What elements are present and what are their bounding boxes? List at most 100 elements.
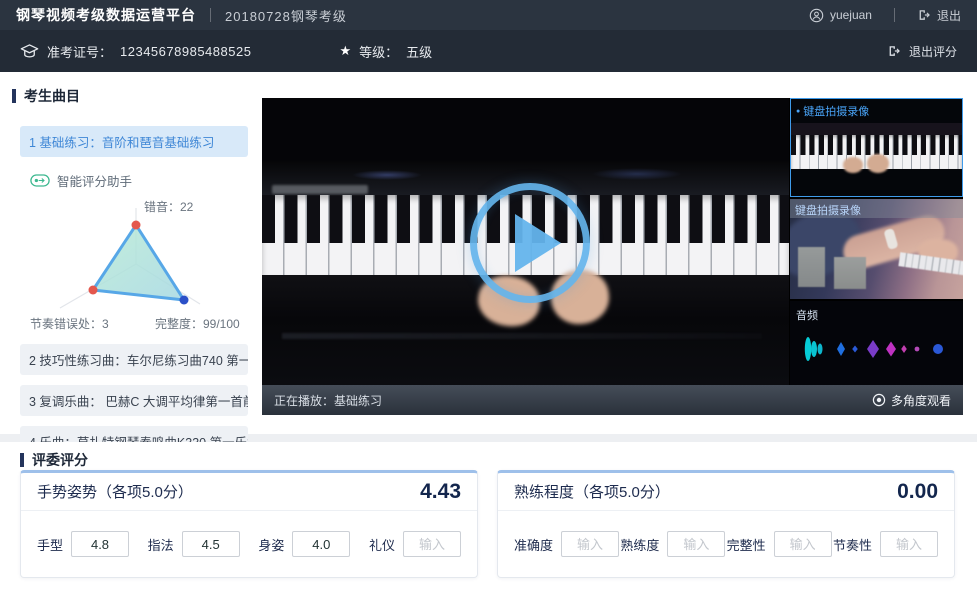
camera-angles-column: ● 键盘拍摄录像 键盘拍摄录像 音频 xyxy=(790,98,963,385)
playlist-title: 考生曲目 xyxy=(24,86,80,106)
session-title: 20180728钢琴考级 xyxy=(225,6,347,25)
exit-grading-icon xyxy=(887,44,901,58)
playlist-panel: 考生曲目 1 基础练习：音阶和琶音基础练习 智能评分助手 xyxy=(12,86,258,457)
field-proficiency: 熟练度 xyxy=(620,531,725,557)
star-icon: ★ xyxy=(339,43,351,59)
exit-grading-label: 退出评分 xyxy=(909,43,957,60)
piano-front-glint xyxy=(282,333,762,339)
radar-label-wrong-notes: 错音：22 xyxy=(144,198,193,215)
graduation-cap-icon xyxy=(20,43,39,59)
proficiency-input[interactable] xyxy=(667,531,725,557)
exit-grading-button[interactable]: 退出评分 xyxy=(887,43,957,60)
mini-hand xyxy=(843,157,863,173)
completeness-input[interactable] xyxy=(774,531,832,557)
playlist-title-row: 考生曲目 xyxy=(12,86,258,106)
field-hand-shape: 手型 xyxy=(37,531,129,557)
ticket-number: 12345678985488525 xyxy=(120,44,251,59)
exam-info-bar: 准考证号： 12345678985488525 ★ 等级： 五级 退出评分 xyxy=(0,30,977,72)
level-label: 等级： xyxy=(359,42,398,61)
field-label: 身姿 xyxy=(258,535,284,554)
title-accent-bar xyxy=(20,453,24,467)
playlist-item-3[interactable]: 3 复调乐曲： 巴赫C 大调平均律第一首前奏曲 xyxy=(20,385,248,416)
rhythm-input[interactable] xyxy=(880,531,938,557)
field-accuracy: 准确度 xyxy=(514,531,619,557)
logout-icon xyxy=(917,8,931,22)
top-header: 钢琴视频考级数据运营平台 20180728钢琴考级 yuejuan 退出 xyxy=(0,0,977,30)
reflection-glint xyxy=(592,168,682,180)
assistant-label: 智能评分助手 xyxy=(57,171,132,190)
field-label: 熟练度 xyxy=(620,535,659,554)
username: yuejuan xyxy=(830,8,872,22)
radar-label-rhythm-errors: 节奏错误处：3 xyxy=(30,315,109,332)
thumbnail-1-label-row: ● 键盘拍摄录像 xyxy=(796,103,869,119)
judge-scoring-section: 评委评分 手势姿势（各项5.0分） 4.43 手型 指法 身姿 礼仪 xyxy=(0,442,977,589)
play-button[interactable] xyxy=(470,183,590,303)
user-avatar-icon xyxy=(809,8,824,23)
score-fields: 准确度 熟练度 完整性 节奏性 xyxy=(498,511,954,557)
header-divider xyxy=(210,8,211,22)
hand-shape-input[interactable] xyxy=(71,531,129,557)
active-dot-icon: ● xyxy=(796,108,800,115)
card-score: 0.00 xyxy=(897,480,938,504)
main-video-area[interactable] xyxy=(262,98,789,385)
multi-angle-icon xyxy=(872,393,886,407)
exam-main-section: 考生曲目 1 基础练习：音阶和琶音基础练习 智能评分助手 xyxy=(0,72,977,434)
posture-input[interactable] xyxy=(292,531,350,557)
proficiency-card: 熟练程度（各项5.0分） 0.00 准确度 熟练度 完整性 节奏性 xyxy=(497,470,955,578)
audio-waveform xyxy=(795,327,958,371)
score-fields: 手型 指法 身姿 礼仪 xyxy=(21,511,477,557)
thumbnail-keyboard-cam-2[interactable]: 键盘拍摄录像 xyxy=(790,199,963,299)
assistant-icon xyxy=(30,174,50,187)
playlist-item-1[interactable]: 1 基础练习：音阶和琶音基础练习 xyxy=(20,126,248,157)
video-player: ● 键盘拍摄录像 键盘拍摄录像 音频 xyxy=(262,98,963,415)
level-info: ★ 等级： 五级 xyxy=(339,42,432,61)
video-watermark xyxy=(272,185,368,194)
multi-angle-label: 多角度观看 xyxy=(891,392,951,409)
logout-label: 退出 xyxy=(937,7,961,24)
radar-chart: 错音：22 节奏错误处：3 完整度：99/100 xyxy=(12,192,258,334)
app-title: 钢琴视频考级数据运营平台 xyxy=(16,5,196,25)
scoring-title-row: 评委评分 xyxy=(20,450,88,470)
card-score: 4.43 xyxy=(420,480,461,504)
card-header: 熟练程度（各项5.0分） 0.00 xyxy=(498,473,954,511)
gray-block xyxy=(798,247,825,287)
ticket-info: 准考证号： 12345678985488525 xyxy=(20,42,251,61)
radar-label-completeness: 完整度：99/100 xyxy=(155,315,240,332)
field-label: 礼仪 xyxy=(369,535,395,554)
audio-label: 音频 xyxy=(796,307,818,323)
player-status-bar: 正在播放：基础练习 多角度观看 xyxy=(262,385,963,415)
etiquette-input[interactable] xyxy=(403,531,461,557)
mini-hand xyxy=(867,154,889,173)
multi-angle-button[interactable]: 多角度观看 xyxy=(872,392,951,409)
field-label: 节奏性 xyxy=(833,535,872,554)
gray-block xyxy=(834,257,866,289)
playlist-item-2[interactable]: 2 技巧性练习曲：车尔尼练习曲740 第一首 xyxy=(20,344,248,375)
smart-scoring-assistant: 智能评分助手 xyxy=(30,171,258,190)
play-icon xyxy=(515,214,561,272)
thumbnail-2-label: 键盘拍摄录像 xyxy=(795,202,861,218)
scoring-title: 评委评分 xyxy=(32,450,88,470)
title-accent-bar xyxy=(12,89,16,103)
thumbnail-keyboard-cam-1[interactable]: ● 键盘拍摄录像 xyxy=(790,98,963,197)
field-label: 准确度 xyxy=(514,535,553,554)
field-etiquette: 礼仪 xyxy=(369,531,461,557)
logout-button[interactable]: 退出 xyxy=(917,7,961,24)
gesture-posture-card: 手势姿势（各项5.0分） 4.43 手型 指法 身姿 礼仪 xyxy=(20,470,478,578)
field-label: 指法 xyxy=(148,535,174,554)
audio-track-panel[interactable]: 音频 xyxy=(790,301,963,385)
field-label: 手型 xyxy=(37,535,63,554)
fingering-input[interactable] xyxy=(182,531,240,557)
thumbnail-1-label: 键盘拍摄录像 xyxy=(803,103,869,119)
accuracy-input[interactable] xyxy=(561,531,619,557)
field-completeness: 完整性 xyxy=(727,531,832,557)
radar-svg xyxy=(26,206,246,326)
ticket-label: 准考证号： xyxy=(47,42,112,61)
field-rhythm: 节奏性 xyxy=(833,531,938,557)
mini-black-keys xyxy=(791,135,962,155)
field-fingering: 指法 xyxy=(148,531,240,557)
now-playing-label: 正在播放：基础练习 xyxy=(274,392,382,409)
piano-body xyxy=(791,123,962,135)
header-divider xyxy=(894,8,895,22)
card-header: 手势姿势（各项5.0分） 4.43 xyxy=(21,473,477,511)
user-menu[interactable]: yuejuan xyxy=(809,8,872,23)
